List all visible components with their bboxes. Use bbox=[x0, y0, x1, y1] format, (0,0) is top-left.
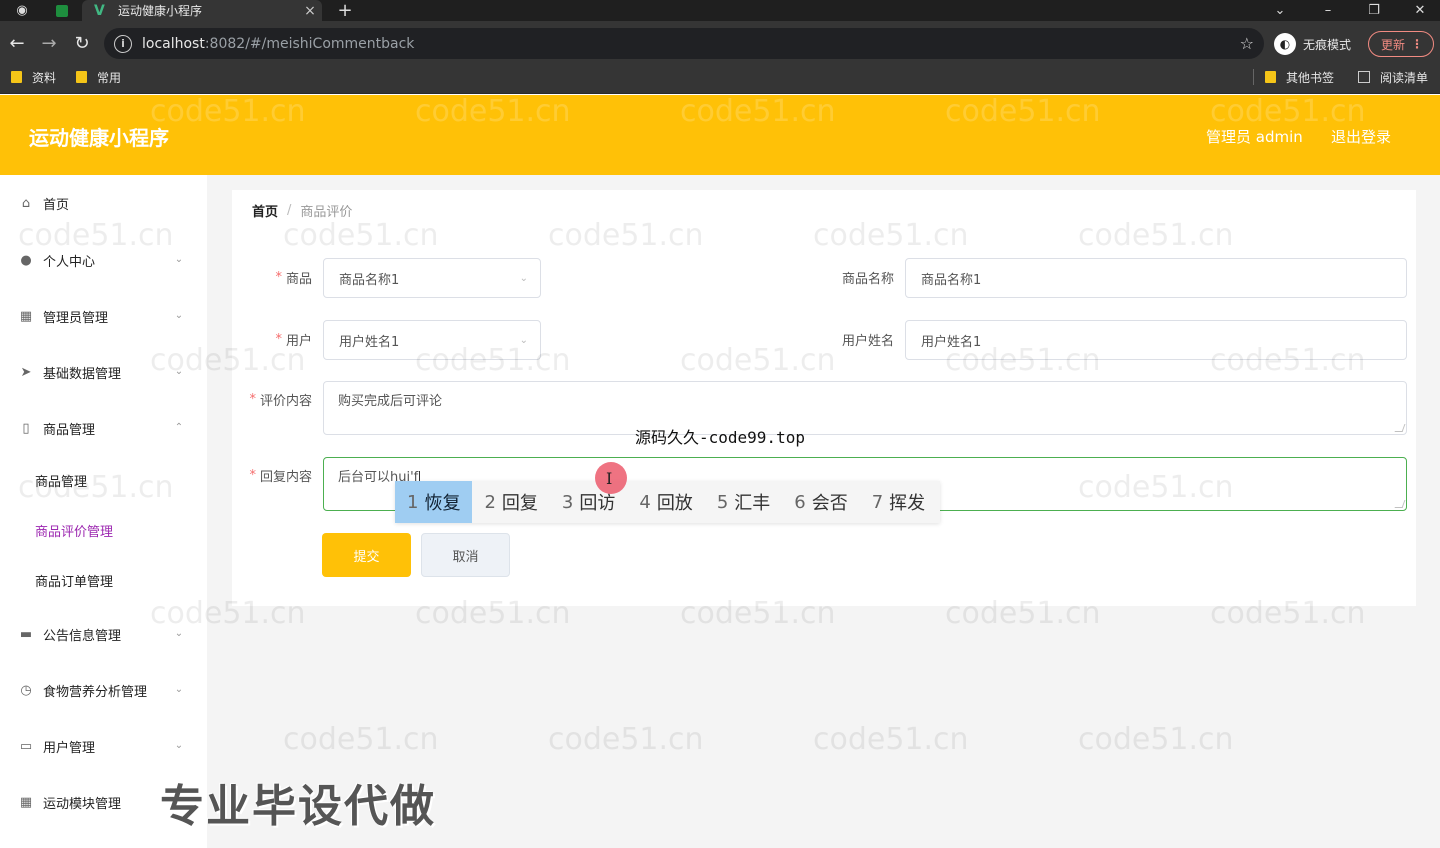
chevron-down-icon: ⌄ bbox=[174, 309, 184, 321]
resize-handle-icon[interactable] bbox=[1394, 500, 1406, 508]
chevron-down-icon: ⌄ bbox=[174, 365, 184, 377]
user-name-label: 用户姓名 bbox=[841, 333, 894, 349]
bookmarks-bar bbox=[0, 65, 1440, 94]
ime-candidate[interactable]: 4 回放 bbox=[627, 481, 704, 523]
sidebar-item-sports[interactable]: ▦ 运动模块管理 bbox=[18, 791, 121, 813]
sidebar-subitem-product-manage[interactable]: 商品管理 bbox=[35, 470, 87, 490]
breadcrumb-home[interactable]: 首页 bbox=[252, 201, 278, 220]
reload-icon[interactable]: ↻ bbox=[70, 31, 94, 55]
bookmark-other[interactable]: 其他书签 bbox=[1265, 68, 1334, 86]
sidebar-item-admins[interactable]: ▦ 管理员管理 bbox=[18, 305, 108, 327]
address-bar[interactable]: i localhost:8082/#/meishiCommentback ☆ bbox=[104, 28, 1264, 59]
source-overlay-text: 源码久久-code99.top bbox=[635, 428, 805, 447]
product-select[interactable]: 商品名称1 ⌄ bbox=[323, 258, 541, 298]
folder-icon bbox=[1265, 71, 1276, 83]
briefcase-icon: ▬ bbox=[19, 626, 33, 642]
breadcrumb-current: 商品评价 bbox=[300, 205, 353, 220]
chevron-up-icon: ⌃ bbox=[174, 421, 184, 433]
ime-candidate[interactable]: 5 汇丰 bbox=[705, 481, 782, 523]
sidebar-subitem-product-comments[interactable]: 商品评价管理 bbox=[35, 520, 113, 540]
chevron-down-icon: ⌄ bbox=[174, 253, 184, 265]
ime-candidate[interactable]: 2 回复 bbox=[472, 481, 549, 523]
app-title: 运动健康小程序 bbox=[29, 126, 169, 150]
sidebar-item-nutrition[interactable]: ◷ 食物营养分析管理 bbox=[18, 679, 147, 701]
close-window-icon[interactable]: ✕ bbox=[1410, 0, 1430, 21]
restore-icon[interactable]: ❐ bbox=[1364, 0, 1384, 21]
text-cursor-icon: I bbox=[606, 469, 613, 488]
bookmarks-divider bbox=[1253, 69, 1254, 85]
incognito-icon: ◐ bbox=[1274, 33, 1296, 55]
send-icon: ➤ bbox=[20, 364, 32, 380]
home-icon: ⌂ bbox=[21, 195, 31, 211]
sidebar-subitem-product-orders[interactable]: 商品订单管理 bbox=[35, 570, 113, 590]
grid-icon: ▦ bbox=[19, 308, 33, 324]
bookmark-folder-ziliao[interactable]: 资料 bbox=[11, 68, 56, 86]
back-arrow-icon[interactable]: ← bbox=[5, 31, 29, 55]
tab-title: 运动健康小程序 bbox=[118, 4, 203, 18]
chevron-down-icon: ⌄ bbox=[174, 683, 184, 695]
chevron-down-icon: ⌄ bbox=[174, 739, 184, 751]
sidebar-item-users[interactable]: ▭ 用户管理 bbox=[18, 735, 95, 757]
sidebar-item-basic-data[interactable]: ➤ 基础数据管理 bbox=[18, 361, 121, 383]
forward-arrow-icon[interactable]: → bbox=[37, 31, 61, 55]
pinned-tab-icon[interactable] bbox=[52, 0, 72, 21]
ime-candidate[interactable]: 6 会否 bbox=[782, 481, 859, 523]
folder-icon bbox=[11, 71, 22, 83]
reading-list[interactable]: 阅读清单 bbox=[1358, 68, 1428, 86]
user-icon: ● bbox=[20, 252, 32, 268]
bookmark-star-icon[interactable]: ☆ bbox=[1240, 34, 1254, 53]
ime-candidate[interactable]: 1 恢复 bbox=[395, 481, 473, 523]
update-button[interactable]: 更新 ⋮ bbox=[1368, 31, 1434, 57]
comment-label: * 评价内容 bbox=[249, 391, 312, 409]
chevron-down-icon: ⌄ bbox=[174, 627, 184, 639]
submit-button[interactable]: 提交 bbox=[322, 533, 411, 577]
comment-textarea[interactable]: 购买完成后可评论 bbox=[323, 381, 1407, 435]
product-name-field[interactable]: 商品名称1 bbox=[905, 258, 1407, 298]
resize-handle-icon[interactable] bbox=[1394, 424, 1406, 432]
chat-icon: ▭ bbox=[19, 738, 33, 754]
minimize-icon[interactable]: – bbox=[1318, 0, 1338, 21]
incognito-label: 无痕模式 bbox=[1303, 37, 1352, 52]
bookmark-folder-changyong[interactable]: 常用 bbox=[76, 68, 121, 86]
reading-list-icon bbox=[1358, 71, 1370, 83]
breadcrumb: 首页 / 商品评价 bbox=[252, 201, 352, 220]
breadcrumb-separator: / bbox=[287, 203, 292, 218]
new-tab-button[interactable]: + bbox=[334, 0, 356, 21]
vue-logo-icon: V bbox=[94, 2, 105, 19]
product-name-label: 商品名称 bbox=[841, 271, 894, 287]
sidebar-item-home[interactable]: ⌂ 首页 bbox=[18, 192, 69, 214]
close-tab-icon[interactable]: × bbox=[298, 3, 322, 19]
apps-icon: ▦ bbox=[19, 794, 33, 810]
tab-search-icon[interactable]: ⌄ bbox=[1270, 0, 1290, 21]
more-menu-icon: ⋮ bbox=[1411, 37, 1423, 51]
url-text: localhost:8082/#/meishiCommentback bbox=[142, 35, 415, 52]
cancel-button[interactable]: 取消 bbox=[421, 533, 510, 577]
product-label: * 商品 bbox=[275, 269, 312, 287]
user-name-field[interactable]: 用户姓名1 bbox=[905, 320, 1407, 360]
chevron-down-icon: ⌄ bbox=[519, 334, 528, 346]
folder-icon bbox=[76, 71, 87, 83]
chevron-down-icon: ⌄ bbox=[519, 272, 528, 284]
site-info-icon[interactable]: i bbox=[114, 34, 132, 53]
logout-link[interactable]: 退出登录 bbox=[1331, 126, 1391, 147]
reply-label: * 回复内容 bbox=[249, 467, 312, 485]
user-select[interactable]: 用户姓名1 ⌄ bbox=[323, 320, 541, 360]
browser-profile-icon[interactable]: ◉ bbox=[12, 0, 32, 21]
admin-label: 管理员 admin bbox=[1206, 128, 1303, 146]
clock-icon: ◷ bbox=[20, 682, 32, 698]
promo-overlay-text: 专业毕设代做 bbox=[160, 781, 436, 832]
browser-tab-active[interactable]: V 运动健康小程序 × bbox=[82, 0, 322, 21]
sidebar-item-notices[interactable]: ▬ 公告信息管理 bbox=[18, 623, 121, 645]
phone-icon: ▯ bbox=[22, 420, 30, 436]
ime-candidate[interactable]: 7 挥发 bbox=[860, 481, 937, 523]
user-label: * 用户 bbox=[275, 331, 312, 349]
sidebar-item-products[interactable]: ▯ 商品管理 bbox=[18, 417, 95, 439]
sidebar-item-profile[interactable]: ● 个人中心 bbox=[18, 249, 95, 271]
incognito-indicator[interactable]: ◐ 无痕模式 bbox=[1274, 33, 1351, 55]
ime-candidate-bar: 1 恢复 2 回复 3 回访 4 回放 5 汇丰 6 会否 7 挥发 bbox=[395, 481, 940, 523]
